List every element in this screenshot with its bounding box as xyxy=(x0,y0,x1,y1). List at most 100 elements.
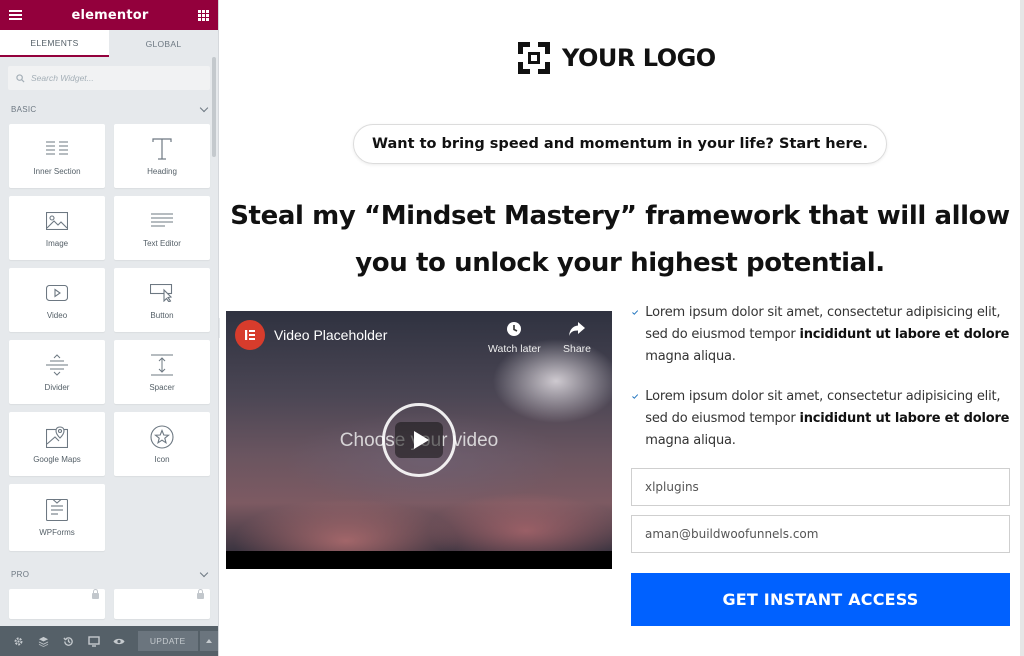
widget-label: Video xyxy=(46,310,68,320)
widget-divider[interactable]: Divider xyxy=(9,340,105,404)
chevron-down-icon xyxy=(199,103,209,112)
watch-later-button[interactable]: Watch later xyxy=(488,321,541,355)
headline-line-2: you to unlock your highest potential. xyxy=(355,248,885,278)
page-headline: Steal my “Mindset Mastery” framework tha… xyxy=(220,193,1020,287)
widget-label: Heading xyxy=(147,166,177,176)
heading-icon xyxy=(152,137,172,160)
widget-google-maps[interactable]: Google Maps xyxy=(9,412,105,476)
category-pro-label: PRO xyxy=(11,569,30,579)
focus-frame-icon xyxy=(518,42,550,74)
video-letterbox xyxy=(226,551,612,569)
sidebar-tabs: ELEMENTS GLOBAL xyxy=(0,30,218,57)
check-icon xyxy=(632,394,639,399)
apps-grid-icon[interactable] xyxy=(197,9,209,21)
widget-label: Spacer xyxy=(149,382,175,392)
page-canvas: YOUR LOGO Want to bring speed and moment… xyxy=(220,0,1020,656)
basic-widgets-grid: Inner Section Heading Image Text Editor … xyxy=(0,124,218,551)
tab-elements[interactable]: ELEMENTS xyxy=(0,30,109,57)
headline-line-1: Steal my “Mindset Mastery” framework tha… xyxy=(230,201,1010,231)
widget-label: Image xyxy=(45,238,69,248)
inner-section-icon xyxy=(46,141,68,154)
widget-inner-section[interactable]: Inner Section xyxy=(9,124,105,188)
email-field xyxy=(631,515,1010,553)
list-item-text: Lorem ipsum dolor sit amet, consectetur … xyxy=(645,305,1010,364)
list-item-text: Lorem ipsum dolor sit amet, consectetur … xyxy=(645,389,1010,448)
list-item: Lorem ipsum dolor sit amet, consectetur … xyxy=(632,386,1012,452)
responsive-icon[interactable] xyxy=(81,635,106,647)
pro-widget[interactable] xyxy=(114,589,210,619)
text-editor-icon xyxy=(151,213,173,226)
lock-icon xyxy=(197,589,204,599)
history-icon[interactable] xyxy=(56,636,81,647)
video-title[interactable]: Video Placeholder xyxy=(274,327,387,343)
play-button[interactable] xyxy=(382,403,456,477)
image-icon xyxy=(46,211,68,230)
widget-image[interactable]: Image xyxy=(9,196,105,260)
name-input[interactable] xyxy=(645,480,985,494)
logo-text: YOUR LOGO xyxy=(562,44,716,72)
share-button[interactable]: Share xyxy=(563,321,591,355)
update-options-button[interactable] xyxy=(199,631,218,651)
widget-icon[interactable]: Icon xyxy=(114,412,210,476)
hamburger-menu-icon[interactable] xyxy=(9,10,22,20)
category-basic-label: BASIC xyxy=(11,104,37,114)
tab-global[interactable]: GLOBAL xyxy=(109,30,218,57)
widget-search xyxy=(8,66,210,90)
widget-spacer[interactable]: Spacer xyxy=(114,340,210,404)
widget-text-editor[interactable]: Text Editor xyxy=(114,196,210,260)
video-placeholder[interactable]: Video Placeholder Watch later Share Choo… xyxy=(226,311,612,569)
clock-icon xyxy=(507,322,522,336)
play-icon xyxy=(413,431,429,449)
pro-widgets-grid xyxy=(0,589,218,619)
sidebar-topbar: elementor xyxy=(0,0,218,30)
widget-wpforms[interactable]: WPForms xyxy=(9,484,105,551)
widget-label: Icon xyxy=(154,454,170,464)
elementor-editor: elementor ELEMENTS GLOBAL BASIC Inner Se… xyxy=(0,0,1024,656)
star-icon xyxy=(150,424,174,449)
button-icon xyxy=(150,283,173,302)
layers-icon[interactable] xyxy=(31,636,56,647)
widget-label: Inner Section xyxy=(33,166,81,176)
search-input[interactable] xyxy=(31,73,201,83)
widget-label: Button xyxy=(150,310,174,320)
sidebar-scrollbar[interactable] xyxy=(212,57,216,157)
widget-video[interactable]: Video xyxy=(9,268,105,332)
sidebar-footer: UPDATE xyxy=(0,626,218,656)
email-input[interactable] xyxy=(645,527,985,541)
elementor-brand: elementor xyxy=(71,7,149,23)
category-basic[interactable]: BASIC xyxy=(0,101,218,117)
settings-icon[interactable] xyxy=(6,636,31,647)
update-button[interactable]: UPDATE xyxy=(137,631,198,651)
category-pro[interactable]: PRO xyxy=(0,566,218,582)
chevron-down-icon xyxy=(199,568,209,577)
wpforms-icon xyxy=(46,499,68,521)
search-icon xyxy=(16,73,25,83)
watch-later-label: Watch later xyxy=(488,343,541,355)
preview-icon[interactable] xyxy=(107,637,132,646)
video-icon xyxy=(46,284,68,301)
widget-label: Google Maps xyxy=(33,454,81,464)
pro-widget[interactable] xyxy=(9,589,105,619)
widget-heading[interactable]: Heading xyxy=(114,124,210,188)
site-logo: YOUR LOGO xyxy=(518,42,716,74)
intro-pill: Want to bring speed and momentum in your… xyxy=(353,124,887,164)
check-icon xyxy=(632,310,639,315)
widget-label: Text Editor xyxy=(143,238,181,248)
widget-button[interactable]: Button xyxy=(114,268,210,332)
caret-up-icon xyxy=(206,639,213,643)
benefit-list: Lorem ipsum dolor sit amet, consectetur … xyxy=(632,302,1012,470)
get-instant-access-button[interactable]: GET INSTANT ACCESS xyxy=(631,573,1010,626)
widget-label: Divider xyxy=(44,382,70,392)
divider-icon xyxy=(46,353,68,376)
elementor-logo-icon xyxy=(235,320,265,350)
lock-icon xyxy=(92,589,99,599)
spacer-icon xyxy=(151,354,173,375)
list-item: Lorem ipsum dolor sit amet, consectetur … xyxy=(632,302,1012,368)
share-label: Share xyxy=(563,343,592,355)
widget-label: WPForms xyxy=(39,528,75,537)
editor-sidebar: elementor ELEMENTS GLOBAL BASIC Inner Se… xyxy=(0,0,219,656)
name-field xyxy=(631,468,1010,506)
share-arrow-icon xyxy=(569,322,586,336)
google-maps-icon xyxy=(46,425,68,448)
canvas-scroll-edge xyxy=(1020,0,1024,656)
